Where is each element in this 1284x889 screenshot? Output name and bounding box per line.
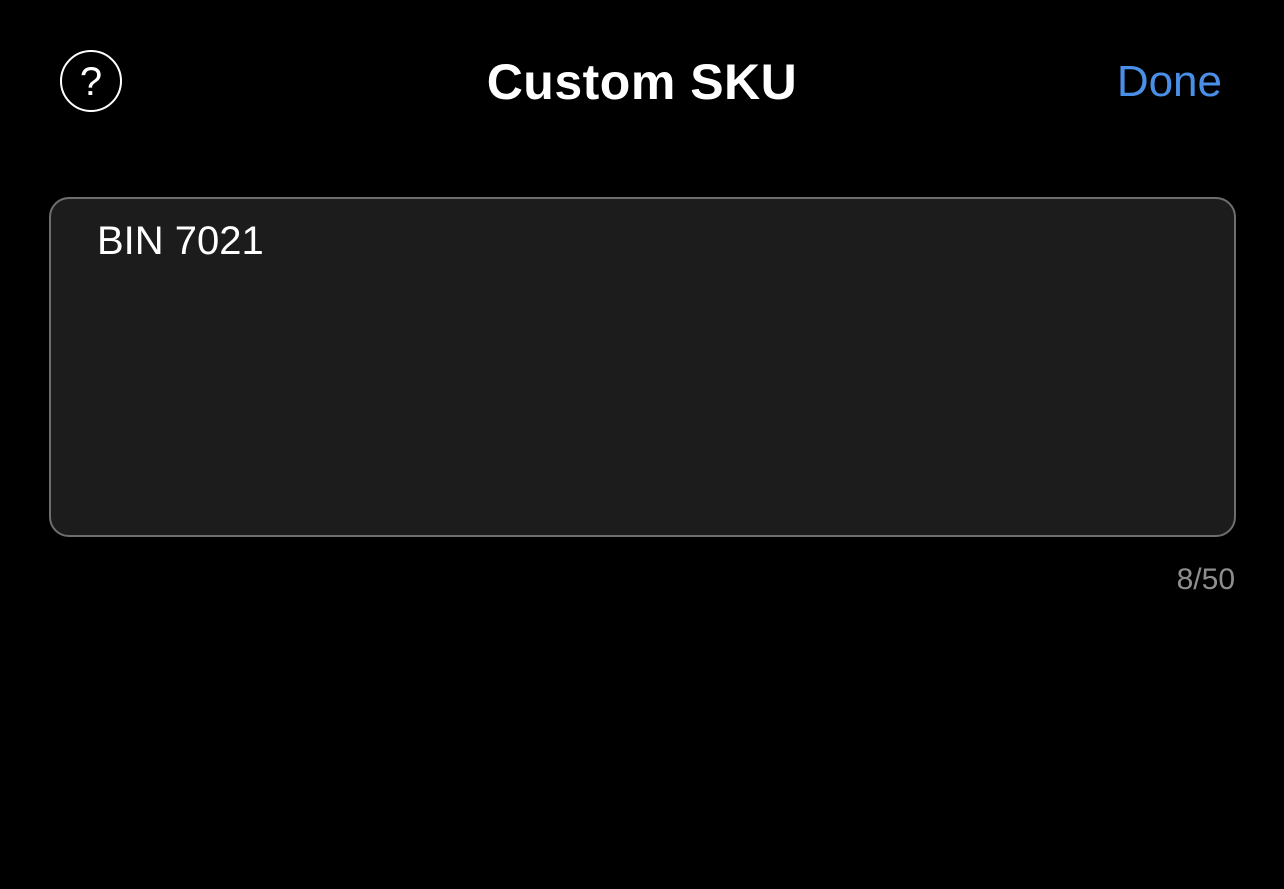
done-button[interactable]: Done [1117, 56, 1222, 108]
page-title: Custom SKU [486, 54, 798, 110]
character-counter: 8/50 [1176, 563, 1235, 596]
navigation-header: ? Custom SKU Done [0, 0, 1284, 165]
sku-text-field[interactable]: BIN 7021 [49, 197, 1236, 537]
sku-text-value: BIN 7021 [97, 219, 264, 263]
